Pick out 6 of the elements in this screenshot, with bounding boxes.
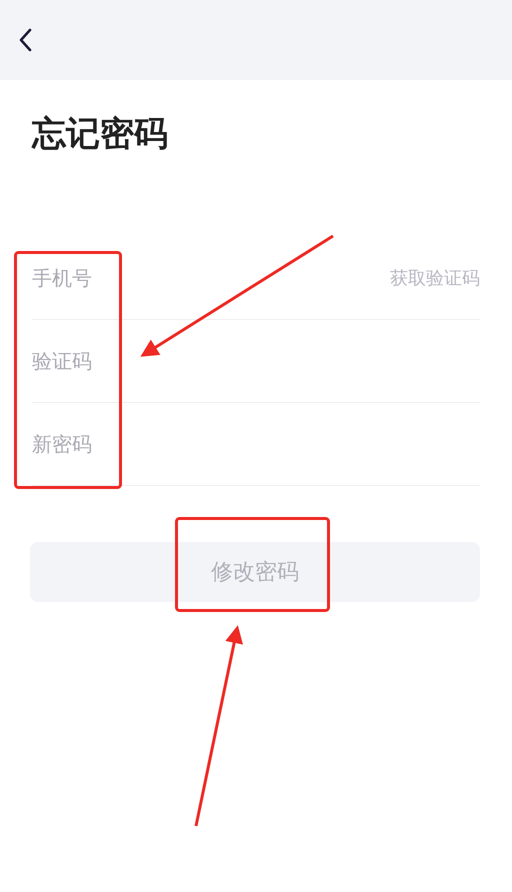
- back-icon[interactable]: [18, 28, 32, 52]
- page-title: 忘记密码: [30, 113, 169, 155]
- input-field[interactable]: 手机号: [32, 262, 390, 294]
- input-field[interactable]: 新密码: [32, 428, 480, 460]
- input-field[interactable]: 验证码: [32, 344, 480, 377]
- get-code-link[interactable]: 获取验证码: [390, 266, 480, 290]
